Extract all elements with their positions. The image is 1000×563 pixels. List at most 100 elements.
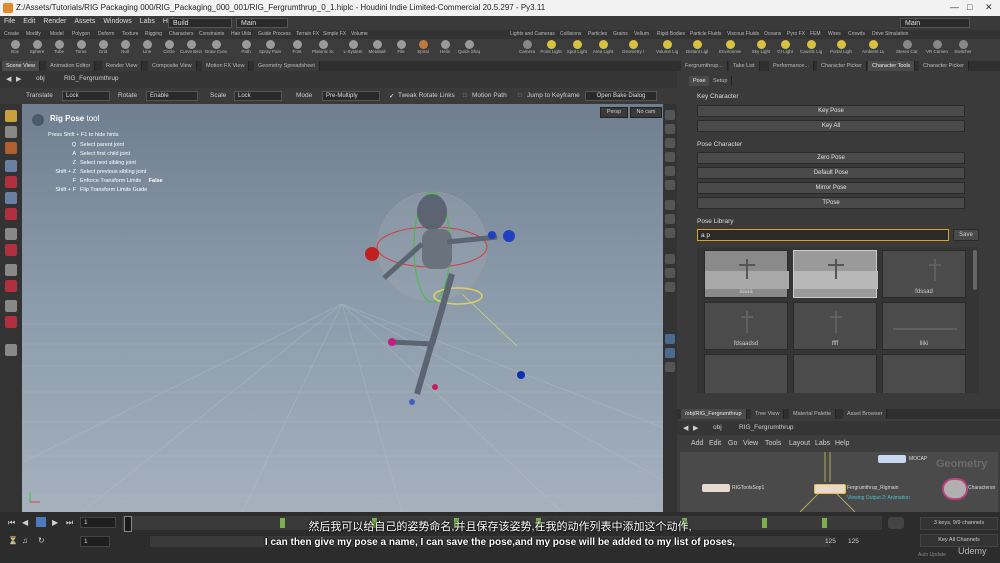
menu-render[interactable]: Render — [39, 16, 70, 27]
tweak-rotate-links[interactable]: Tweak Rotate Links — [398, 92, 455, 99]
view-tool-icon[interactable] — [5, 126, 17, 138]
close-icon[interactable]: ✕ — [985, 2, 993, 13]
shelf-tab-polygon[interactable]: Polygon — [72, 30, 90, 39]
network-menu-edit[interactable]: Edit — [709, 440, 721, 447]
shelf-tab-particle-fluids[interactable]: Particle Fluids — [690, 30, 721, 39]
jump-checkbox-icon[interactable]: □ — [518, 92, 522, 99]
tool-helix[interactable]: Helix — [434, 39, 456, 61]
menu-file[interactable]: File — [0, 16, 19, 27]
shelf-tab-model[interactable]: Model — [50, 30, 64, 39]
default-pose-button[interactable]: Default Pose — [697, 167, 965, 179]
pose-tool-icon[interactable] — [5, 208, 17, 220]
rotate-field[interactable]: Enable — [146, 91, 198, 101]
tool-portal-light[interactable]: Portal Light — [830, 39, 852, 61]
forward-arrow-icon[interactable]: ▶ — [693, 424, 698, 432]
tool-ambient-light[interactable]: Ambient Light — [862, 39, 884, 61]
tab-composite-view[interactable]: Composite View — [148, 61, 197, 71]
tool-box[interactable]: Box — [4, 39, 26, 61]
shelf-tab-volume[interactable]: Volume — [351, 30, 368, 39]
desktop-main-dropdown[interactable]: Main — [236, 18, 288, 28]
jump-to-keyframe[interactable]: Jump to Keyframe — [527, 92, 580, 99]
select-tool-icon[interactable] — [5, 110, 17, 122]
tool-grid[interactable]: Grid — [92, 39, 114, 61]
shelf-tab-pyro-fx[interactable]: Pyro FX — [787, 30, 805, 39]
network-node[interactable] — [814, 484, 846, 494]
display-option-icon[interactable] — [665, 166, 675, 176]
tool-camera[interactable]: Camera — [516, 39, 538, 61]
back-arrow-icon[interactable]: ◀ — [6, 75, 11, 83]
display-option-icon[interactable] — [665, 180, 675, 190]
menu-edit[interactable]: Edit — [19, 16, 39, 27]
maximize-icon[interactable]: □ — [967, 2, 972, 12]
tool-caustic-light[interactable]: Caustic Light — [800, 39, 822, 61]
scale-tool-icon[interactable] — [5, 192, 17, 204]
tool-volume-light[interactable]: Volume Light — [656, 39, 678, 61]
shelf-tab-texture[interactable]: Texture — [122, 30, 138, 39]
shelf-tab-viscous-fluids[interactable]: Viscous Fluids — [727, 30, 759, 39]
key-all-button[interactable]: Key All — [697, 120, 965, 132]
network-graph[interactable]: Geometry MOCAP RIGToolsSop1 Fergrumthrup… — [680, 452, 998, 512]
tool-spray-paint[interactable]: Spray Paint — [259, 39, 281, 61]
tab-character-picker-2[interactable]: Character Picker — [919, 61, 969, 71]
display-option-icon[interactable] — [665, 214, 675, 224]
rotate-tool-icon[interactable] — [5, 176, 17, 188]
select-mode-icon[interactable] — [5, 264, 17, 276]
network-path-context[interactable]: obj — [713, 424, 722, 431]
menu-assets[interactable]: Assets — [70, 16, 99, 27]
tool-point-light[interactable]: Point Light — [540, 39, 562, 61]
tab-character-picker[interactable]: Character Picker — [817, 61, 867, 71]
brush-tool-icon[interactable] — [5, 316, 17, 328]
pose-thumbnail[interactable]: lliki — [882, 302, 966, 350]
display-option-icon[interactable] — [665, 254, 675, 264]
shelf-tab-collisions[interactable]: Collisions — [560, 30, 581, 39]
tool-spot-light[interactable]: Spot Light — [566, 39, 588, 61]
tab-geometry-spreadsheet[interactable]: Geometry Spreadsheet — [254, 61, 320, 71]
tool-spiral[interactable]: Spiral — [412, 39, 434, 61]
path-node[interactable]: RIG_Fergrumthrup — [64, 75, 119, 82]
pose-thumbnail[interactable] — [793, 354, 877, 393]
display-option-icon[interactable] — [665, 362, 675, 372]
tab-character-tools[interactable]: Character Tools — [868, 61, 916, 71]
forward-arrow-icon[interactable]: ▶ — [16, 75, 21, 83]
mode-field[interactable]: Pre-Multiply — [322, 91, 380, 101]
display-option-icon[interactable] — [665, 334, 675, 344]
shelf-tab-particles[interactable]: Particles — [588, 30, 607, 39]
tool-null[interactable]: Null — [114, 39, 136, 61]
network-menu-layout[interactable]: Layout — [789, 440, 810, 447]
tab-motion-fx-view[interactable]: Motion FX View — [202, 61, 250, 71]
shelf-tab-guide-process[interactable]: Guide Process — [258, 30, 291, 39]
tab-material-palette[interactable]: Material Palette — [789, 409, 837, 419]
display-option-icon[interactable] — [665, 200, 675, 210]
shelf-tab-crowds[interactable]: Crowds — [848, 30, 865, 39]
tweak-checkbox-icon[interactable]: ✓ — [389, 92, 394, 100]
pose-thumbnail[interactable]: ffff — [793, 302, 877, 350]
network-menu-help[interactable]: Help — [835, 440, 849, 447]
lasso-tool-icon[interactable] — [5, 280, 17, 292]
zero-pose-button[interactable]: Zero Pose — [697, 152, 965, 164]
tab-render-view[interactable]: Render View — [102, 61, 143, 71]
tool-path[interactable]: Path — [235, 39, 257, 61]
tool-area-light[interactable]: Area Light — [592, 39, 614, 61]
tool-platonic-solids[interactable]: Platonic Solids — [312, 39, 334, 61]
tool-file[interactable]: File — [390, 39, 412, 61]
display-option-icon[interactable] — [665, 152, 675, 162]
shelf-tab-deform[interactable]: Deform — [98, 30, 114, 39]
scale-field[interactable]: Lock — [234, 91, 282, 101]
tool-distant-light[interactable]: Distant Light — [686, 39, 708, 61]
shelf-tab-fem[interactable]: FEM — [810, 30, 821, 39]
display-option-icon[interactable] — [665, 348, 675, 358]
camera-dropdown[interactable]: No cam — [630, 107, 662, 118]
auto-update[interactable]: Auto Update — [918, 552, 946, 558]
shelf-tab-oceans[interactable]: Oceans — [764, 30, 781, 39]
mirror-pose-button[interactable]: Mirror Pose — [697, 182, 965, 194]
magnet-tool-icon[interactable] — [5, 244, 17, 256]
tool-gi-light[interactable]: GI Light — [774, 39, 796, 61]
shelf-tab-characters[interactable]: Characters — [169, 30, 193, 39]
tool-font[interactable]: Font — [286, 39, 308, 61]
pose-thumbnail[interactable]: fdssad — [882, 250, 966, 298]
tab-tree-view[interactable]: Tree View — [751, 409, 785, 419]
pose-name-input[interactable] — [697, 229, 949, 241]
back-arrow-icon[interactable]: ◀ — [683, 424, 688, 432]
network-menu-tools[interactable]: Tools — [765, 440, 781, 447]
tab-take-list[interactable]: Take List — [729, 61, 760, 71]
